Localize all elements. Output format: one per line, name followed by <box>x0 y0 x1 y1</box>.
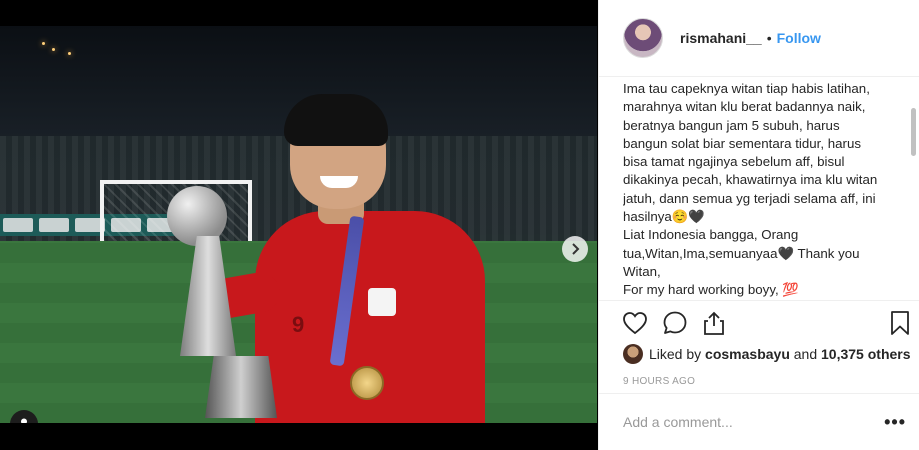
more-options-button[interactable]: ••• <box>884 412 906 433</box>
author-username[interactable]: rismahani__ <box>680 30 762 46</box>
post-photo: 9 <box>0 26 597 423</box>
comment-button[interactable] <box>661 309 689 337</box>
comment-bar: Add a comment... ••• <box>599 393 919 450</box>
like-button[interactable] <box>621 309 649 337</box>
post-timestamp[interactable]: 9 HOURS AGO <box>623 376 695 387</box>
comment-input[interactable]: Add a comment... <box>623 414 884 430</box>
likes-count[interactable]: 10,375 others <box>821 346 911 362</box>
player-hair <box>284 94 388 146</box>
post-caption: Ima tau capeknya witan tiap habis latiha… <box>623 81 878 298</box>
instagram-post-modal: 9 rismahani__ • Follow Ima tau capeknya … <box>0 0 919 450</box>
share-button[interactable] <box>700 309 728 337</box>
carousel-next-button[interactable] <box>562 236 588 262</box>
liker-avatar[interactable] <box>623 344 643 364</box>
medal <box>350 366 384 400</box>
scrollbar-thumb[interactable] <box>911 108 916 156</box>
player-smile <box>320 176 358 188</box>
liker-username[interactable]: cosmasbayu <box>705 346 790 362</box>
action-bar <box>599 300 919 344</box>
jersey-crest <box>368 288 396 316</box>
comment-icon <box>663 311 687 334</box>
header-separator: • <box>766 30 772 46</box>
share-icon <box>704 311 724 335</box>
caption-scrollbar[interactable] <box>911 80 917 300</box>
save-button[interactable] <box>886 309 914 337</box>
bookmark-icon <box>891 311 909 335</box>
post-header: rismahani__ • Follow <box>599 0 919 77</box>
likes-prefix: Liked by <box>649 346 702 362</box>
stadium-lights <box>30 34 110 74</box>
likes-conjunction: and <box>793 346 818 362</box>
author-avatar[interactable] <box>623 18 663 58</box>
follow-button[interactable]: Follow <box>777 30 821 46</box>
post-side-panel: rismahani__ • Follow Ima tau capeknya wi… <box>598 0 919 450</box>
trophy-base <box>205 356 277 418</box>
chevron-right-icon <box>572 243 580 255</box>
jersey-number: 9 <box>292 312 305 337</box>
likes-summary: Liked by cosmasbayu and 10,375 others <box>623 343 911 365</box>
heart-icon <box>623 312 647 335</box>
user-tag-icon <box>21 418 27 423</box>
